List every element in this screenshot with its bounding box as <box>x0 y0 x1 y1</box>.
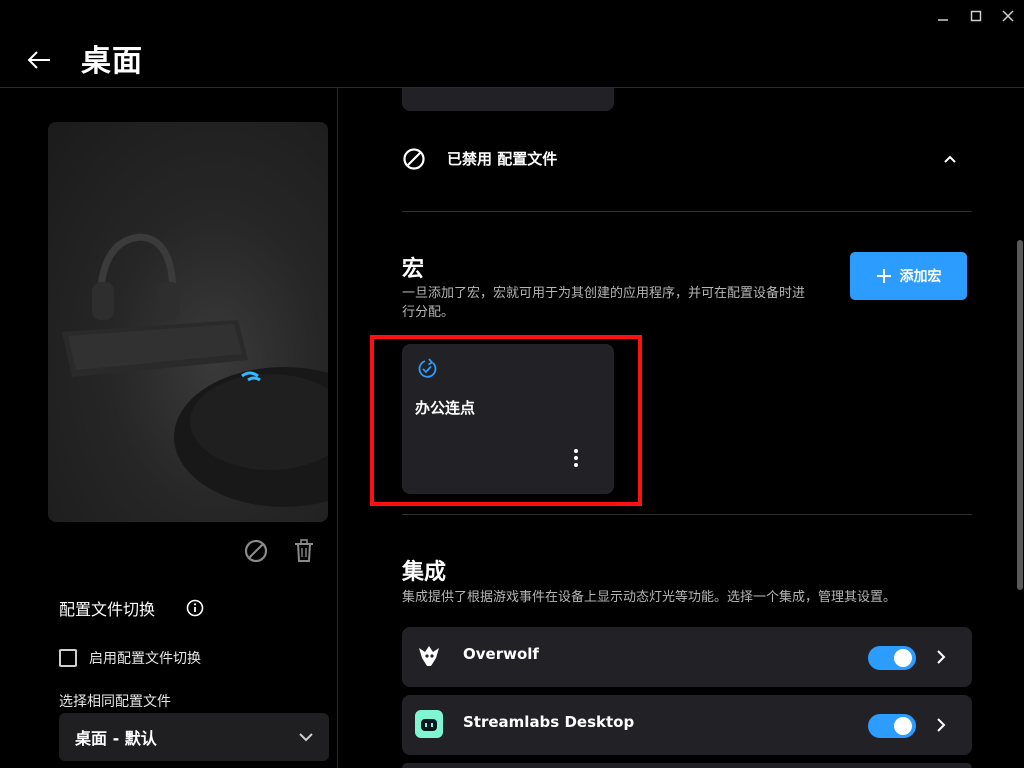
minimize-button[interactable] <box>928 4 958 28</box>
overwolf-logo-icon <box>415 642 443 670</box>
info-icon[interactable] <box>186 599 204 617</box>
repeat-check-icon <box>416 358 438 380</box>
close-button[interactable] <box>993 4 1023 28</box>
integration-row-streamlabs[interactable]: Streamlabs Desktop <box>402 695 972 755</box>
macros-title: 宏 <box>402 257 425 282</box>
maximize-button[interactable] <box>961 4 991 28</box>
scrollbar[interactable] <box>1017 240 1023 590</box>
integration-row-stub <box>402 763 972 768</box>
trash-icon[interactable] <box>292 538 316 564</box>
device-image <box>48 122 328 522</box>
maximize-icon <box>970 10 982 22</box>
disable-icon[interactable] <box>242 537 270 565</box>
section-divider <box>402 211 972 212</box>
integrations-title: 集成 <box>402 560 447 585</box>
add-macro-button[interactable]: 添加宏 <box>850 252 967 300</box>
chevron-right-icon[interactable] <box>934 649 948 665</box>
chevron-down-icon <box>299 733 313 742</box>
more-options-icon[interactable] <box>566 447 586 469</box>
arrow-left-icon <box>27 51 50 69</box>
enable-profile-switch-checkbox[interactable] <box>59 649 77 667</box>
macros-description: 一旦添加了宏，宏就可用于为其创建的应用程序，并可在配置设备时进行分配。 <box>402 286 806 320</box>
profile-select-value: 桌面 - 默认 <box>75 729 157 748</box>
close-icon <box>1002 10 1014 22</box>
chevron-right-icon[interactable] <box>934 717 948 733</box>
integration-row-overwolf[interactable]: Overwolf <box>402 627 972 687</box>
back-button[interactable] <box>22 44 56 76</box>
chevron-up-icon <box>944 155 956 163</box>
enable-profile-switch-label: 启用配置文件切换 <box>89 651 201 667</box>
streamlabs-toggle[interactable] <box>868 714 916 738</box>
add-macro-label: 添加宏 <box>899 269 942 285</box>
macro-card[interactable]: 办公连点 <box>402 344 614 494</box>
integration-name: Overwolf <box>463 645 539 663</box>
disabled-profiles-label: 已禁用 配置文件 <box>447 150 558 168</box>
macro-name: 办公连点 <box>415 399 476 417</box>
integration-name: Streamlabs Desktop <box>463 713 635 731</box>
profile-select[interactable]: 桌面 - 默认 <box>59 713 329 761</box>
keyboard-mouse-illustration <box>62 233 328 507</box>
integrations-description: 集成提供了根据游戏事件在设备上显示动态灯光等功能。选择一个集成，管理其设置。 <box>402 590 897 605</box>
page-title: 桌面 <box>81 44 143 79</box>
overwolf-toggle[interactable] <box>868 646 916 670</box>
minimize-icon <box>938 19 948 21</box>
select-profile-label: 选择相同配置文件 <box>59 694 171 710</box>
collapse-button[interactable] <box>942 152 958 166</box>
plus-icon <box>876 269 891 283</box>
profile-card-stub <box>402 88 614 111</box>
panel-divider <box>337 88 338 768</box>
streamlabs-logo-icon <box>415 710 443 738</box>
section-divider <box>402 514 972 515</box>
profile-switch-title: 配置文件切换 <box>59 600 156 619</box>
disabled-icon <box>402 147 426 171</box>
